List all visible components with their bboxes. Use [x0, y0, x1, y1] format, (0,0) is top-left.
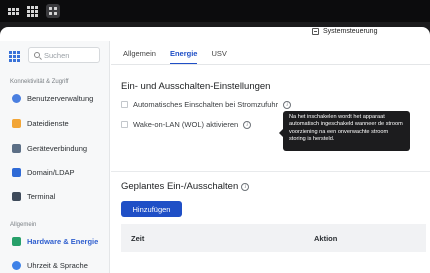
sidebar-item-label: Terminal — [27, 191, 56, 201]
tooltip-text: Na het inschakelen wordt het apparaat au… — [289, 114, 403, 143]
sidebar-item-dateidienste[interactable]: Dateidienste — [12, 115, 102, 131]
app-grid-icon[interactable] — [25, 4, 39, 18]
wol-label: Wake-on-LAN (WOL) aktivieren — [133, 120, 239, 129]
search-box[interactable] — [28, 47, 100, 63]
main-content: Allgemein Energie USV Ein- und Ausschalt… — [111, 41, 430, 273]
auto-power-on-tooltip: Na het inschakelen wordt het apparaat au… — [279, 111, 410, 151]
info-icon[interactable]: i — [241, 182, 250, 191]
search-icon — [34, 52, 40, 58]
sidebar-item-label: Dateidienste — [27, 118, 69, 128]
wol-checkbox[interactable] — [121, 121, 128, 128]
auto-power-on-label: Automatisches Einschalten bei Stromzufuh… — [133, 100, 279, 109]
power-settings-title: Ein- und Ausschalten-Einstellungen — [121, 81, 270, 92]
sidebar-item-geraeteverbindung[interactable]: Geräteverbindung — [12, 140, 102, 156]
power-settings-title-text: Ein- und Ausschalten-Einstellungen — [121, 81, 271, 92]
folder-icon — [12, 118, 21, 128]
wol-row: Wake-on-LAN (WOL) aktivieren i — [121, 120, 252, 129]
users-icon — [12, 93, 21, 103]
apps-grid-icon[interactable] — [9, 51, 20, 62]
add-schedule-button[interactable]: Hinzufügen — [121, 201, 182, 217]
sidebar-item-label: Geräteverbindung — [27, 143, 88, 153]
menu-icon[interactable] — [6, 4, 20, 18]
sidebar-item-benutzerverwaltung[interactable]: Benutzerverwaltung — [12, 90, 102, 106]
window-title: Systemsteuerung — [323, 28, 378, 35]
section-divider — [111, 171, 430, 172]
domain-icon — [12, 167, 21, 177]
tab-allgemein[interactable]: Allgemein — [123, 47, 156, 65]
column-header-aktion[interactable]: Aktion — [314, 234, 337, 243]
info-icon[interactable]: i — [243, 120, 252, 129]
device-icon — [12, 143, 21, 153]
window-header: Systemsteuerung — [0, 27, 430, 41]
tab-bar: Allgemein Energie USV — [123, 47, 227, 65]
control-panel-window: Systemsteuerung Konnektivität & Zugriff … — [0, 27, 430, 273]
sidebar-item-uhrzeit-sprache[interactable]: Uhrzeit & Sprache — [12, 257, 102, 273]
auto-power-on-row: Automatisches Einschalten bei Stromzufuh… — [121, 100, 292, 109]
auto-power-on-checkbox[interactable] — [121, 101, 128, 108]
control-panel-icon — [312, 28, 319, 35]
taskbar — [0, 0, 430, 22]
schedule-title: Geplantes Ein-/Ausschalten i — [121, 181, 250, 192]
sidebar-section-general: Allgemein — [10, 222, 37, 228]
sidebar-item-terminal[interactable]: Terminal — [12, 188, 102, 204]
sidebar-item-label: Hardware & Energie — [27, 236, 99, 246]
tab-usv[interactable]: USV — [211, 47, 226, 65]
clock-icon — [12, 260, 21, 270]
hardware-icon — [12, 236, 21, 246]
sidebar-item-label: Benutzerverwaltung — [27, 93, 94, 103]
terminal-icon — [12, 191, 21, 201]
info-icon[interactable]: i — [283, 100, 292, 109]
column-header-zeit[interactable]: Zeit — [131, 234, 144, 243]
schedule-title-text: Geplantes Ein-/Ausschalten — [121, 181, 239, 192]
sidebar-item-domain-ldap[interactable]: Domain/LDAP — [12, 164, 102, 180]
window-title-group: Systemsteuerung — [312, 28, 377, 35]
control-panel-taskbar-icon[interactable] — [46, 4, 60, 18]
sidebar: Konnektivität & Zugriff Benutzerverwaltu… — [0, 41, 110, 273]
sidebar-item-label: Uhrzeit & Sprache — [27, 260, 88, 270]
sidebar-item-hardware-energie[interactable]: Hardware & Energie — [12, 233, 102, 249]
schedule-table-header: Zeit Aktion — [121, 224, 426, 252]
tab-divider — [111, 64, 430, 65]
sidebar-section-connectivity: Konnektivität & Zugriff — [10, 79, 69, 85]
sidebar-item-label: Domain/LDAP — [27, 167, 75, 177]
tab-energie[interactable]: Energie — [169, 47, 198, 65]
search-input[interactable] — [44, 50, 96, 60]
